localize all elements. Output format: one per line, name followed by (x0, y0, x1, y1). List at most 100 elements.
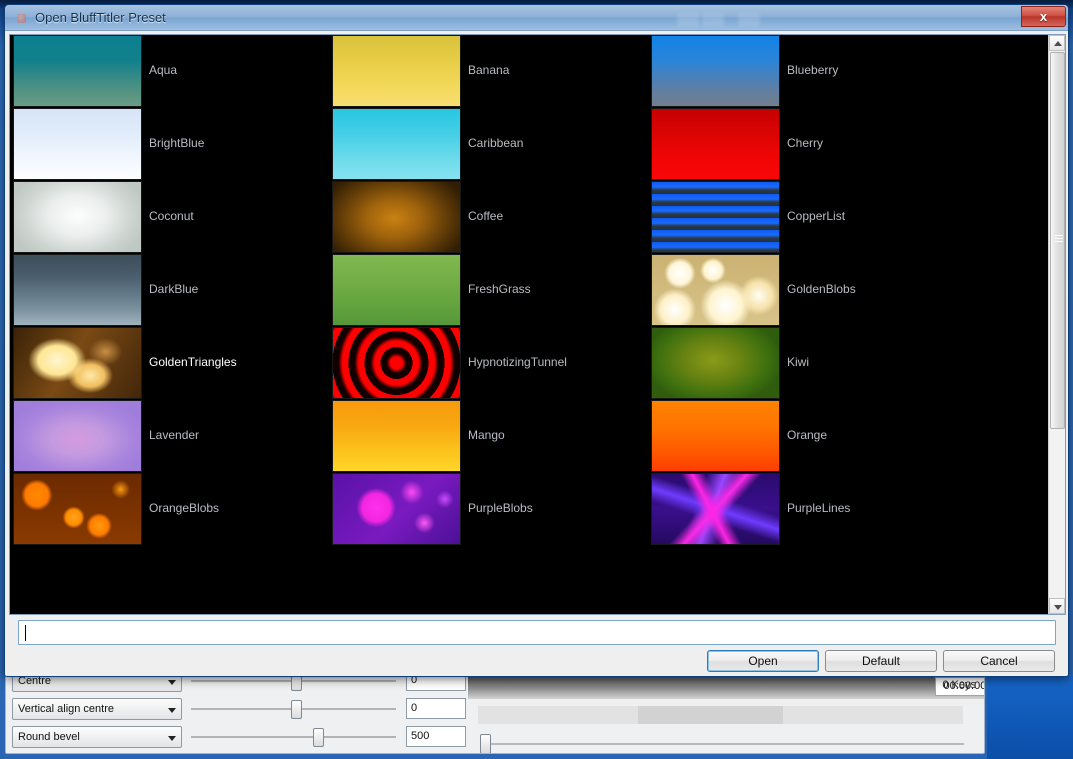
slider-track (486, 743, 964, 745)
preset-row: GoldenTriangles HypnotizingTunnel Kiwi (10, 327, 1048, 400)
preset-list: Aqua Banana Blueberry BrightBlue Caribbean Ch… (9, 34, 1066, 615)
preset-name-label: Kiwi (787, 355, 810, 369)
preset-name-label: Banana (468, 63, 510, 77)
preset-thumbnail[interactable] (332, 327, 461, 399)
preset-thumbnail[interactable] (13, 327, 142, 399)
preset-name-label: GoldenBlobs (787, 282, 856, 296)
preset-item[interactable]: HypnotizingTunnel (332, 327, 650, 400)
preset-item[interactable]: Coconut (13, 181, 331, 254)
preset-thumbnail[interactable] (13, 473, 142, 545)
preset-thumbnail[interactable] (13, 254, 142, 326)
preset-thumbnail[interactable] (332, 35, 461, 107)
background-timeline-segment (638, 706, 783, 724)
slider-thumb[interactable] (313, 728, 324, 747)
preset-item[interactable]: PurpleBlobs (332, 473, 650, 546)
scrollbar-thumb[interactable] (1050, 52, 1065, 429)
background-value-2[interactable]: 0 (406, 698, 466, 719)
preset-thumbnail[interactable] (332, 108, 461, 180)
dialog-title: Open BluffTitler Preset (35, 10, 166, 25)
preset-item[interactable]: GoldenBlobs (651, 254, 969, 327)
preset-item[interactable]: Banana (332, 35, 650, 108)
preset-item[interactable]: FreshGrass (332, 254, 650, 327)
preset-row: BrightBlue Caribbean Cherry (10, 108, 1048, 181)
background-dropdown-vertical-align-label: Vertical align centre (18, 703, 114, 715)
cancel-button[interactable]: Cancel (943, 650, 1055, 672)
preset-item[interactable]: Lavender (13, 400, 331, 473)
preset-thumbnail[interactable] (651, 35, 780, 107)
preset-thumbnail[interactable] (651, 473, 780, 545)
preset-thumbnail[interactable] (332, 473, 461, 545)
preset-name-label: PurpleBlobs (468, 501, 533, 515)
preset-item[interactable]: CopperList (651, 181, 969, 254)
preset-thumbnail[interactable] (651, 400, 780, 472)
preset-item[interactable]: Aqua (13, 35, 331, 108)
preset-row: Coconut Coffee CopperList (10, 181, 1048, 254)
preset-item[interactable]: Cherry (651, 108, 969, 181)
preset-item[interactable]: DarkBlue (13, 254, 331, 327)
preset-thumbnail[interactable] (332, 254, 461, 326)
scrollbar-grip (1055, 235, 1063, 242)
preset-name-input[interactable] (18, 620, 1056, 645)
dialog-titlebar[interactable]: Open BluffTitler Preset x (5, 5, 1068, 31)
preset-thumbnail[interactable] (651, 327, 780, 399)
vertical-scrollbar[interactable] (1048, 35, 1065, 614)
scroll-up-button[interactable] (1049, 35, 1065, 51)
preset-thumbnail[interactable] (651, 181, 780, 253)
preset-thumbnail[interactable] (13, 400, 142, 472)
preset-row: Lavender Mango Orange (10, 400, 1048, 473)
background-slider-2[interactable] (191, 698, 396, 720)
background-timeline-scrubber[interactable] (478, 732, 968, 753)
open-preset-dialog: Open BluffTitler Preset x Aqua Banana Blue… (4, 4, 1069, 677)
maximize-icon (702, 13, 724, 26)
background-value-3[interactable]: 500 (406, 726, 466, 747)
preset-item[interactable]: PurpleLines (651, 473, 969, 546)
open-button[interactable]: Open (707, 650, 819, 672)
preset-list-viewport: Aqua Banana Blueberry BrightBlue Caribbean Ch… (10, 35, 1048, 614)
preset-name-label: Lavender (149, 428, 200, 442)
preset-name-label: Mango (468, 428, 505, 442)
default-button[interactable]: Default (825, 650, 937, 672)
close-button[interactable]: x (1021, 6, 1066, 27)
background-dropdown-vertical-align[interactable]: Vertical align centre (12, 698, 182, 720)
preset-name-label: Coconut (149, 209, 194, 223)
slider-thumb[interactable] (291, 700, 302, 719)
background-dropdown-bevel[interactable]: Round bevel (12, 726, 182, 748)
background-properties-panel: Centre 0 Vertical align centre 0 Round b (5, 672, 985, 754)
preset-thumbnail[interactable] (13, 108, 142, 180)
preset-name-label: FreshGrass (468, 282, 531, 296)
preset-thumbnail[interactable] (13, 181, 142, 253)
preset-thumbnail[interactable] (332, 400, 461, 472)
preset-name-label: Blueberry (787, 63, 839, 77)
chevron-down-icon (168, 708, 176, 713)
preset-name-label: Aqua (149, 63, 178, 77)
slider-thumb[interactable] (480, 734, 491, 753)
preset-item[interactable]: Orange (651, 400, 969, 473)
preset-thumbnail[interactable] (332, 181, 461, 253)
preset-name-label: Cherry (787, 136, 824, 150)
preset-item[interactable]: Coffee (332, 181, 650, 254)
chevron-down-icon (168, 680, 176, 685)
minimize-icon (677, 13, 699, 26)
application-icon (17, 14, 26, 23)
background-slider-3[interactable] (191, 726, 396, 748)
scroll-down-button[interactable] (1049, 598, 1065, 614)
preset-item[interactable]: GoldenTriangles (13, 327, 331, 400)
preset-item[interactable]: OrangeBlobs (13, 473, 331, 546)
background-timeline-track[interactable] (478, 706, 963, 724)
preset-thumbnail[interactable] (651, 108, 780, 180)
preset-item[interactable]: Caribbean (332, 108, 650, 181)
preset-name-label: HypnotizingTunnel (468, 355, 567, 369)
preset-item[interactable]: Kiwi (651, 327, 969, 400)
preset-row: Aqua Banana Blueberry (10, 35, 1048, 108)
preset-item[interactable]: BrightBlue (13, 108, 331, 181)
preset-name-label: PurpleLines (787, 501, 851, 515)
preset-thumbnail[interactable] (13, 35, 142, 107)
chevron-up-icon (1054, 41, 1062, 46)
background-keys-count: 0 Keys (942, 679, 976, 691)
preset-name-label: OrangeBlobs (149, 501, 220, 515)
preset-item[interactable]: Mango (332, 400, 650, 473)
preset-item[interactable]: Blueberry (651, 35, 969, 108)
preset-name-label: CopperList (787, 209, 846, 223)
preset-thumbnail[interactable] (651, 254, 780, 326)
text-cursor (25, 625, 26, 641)
